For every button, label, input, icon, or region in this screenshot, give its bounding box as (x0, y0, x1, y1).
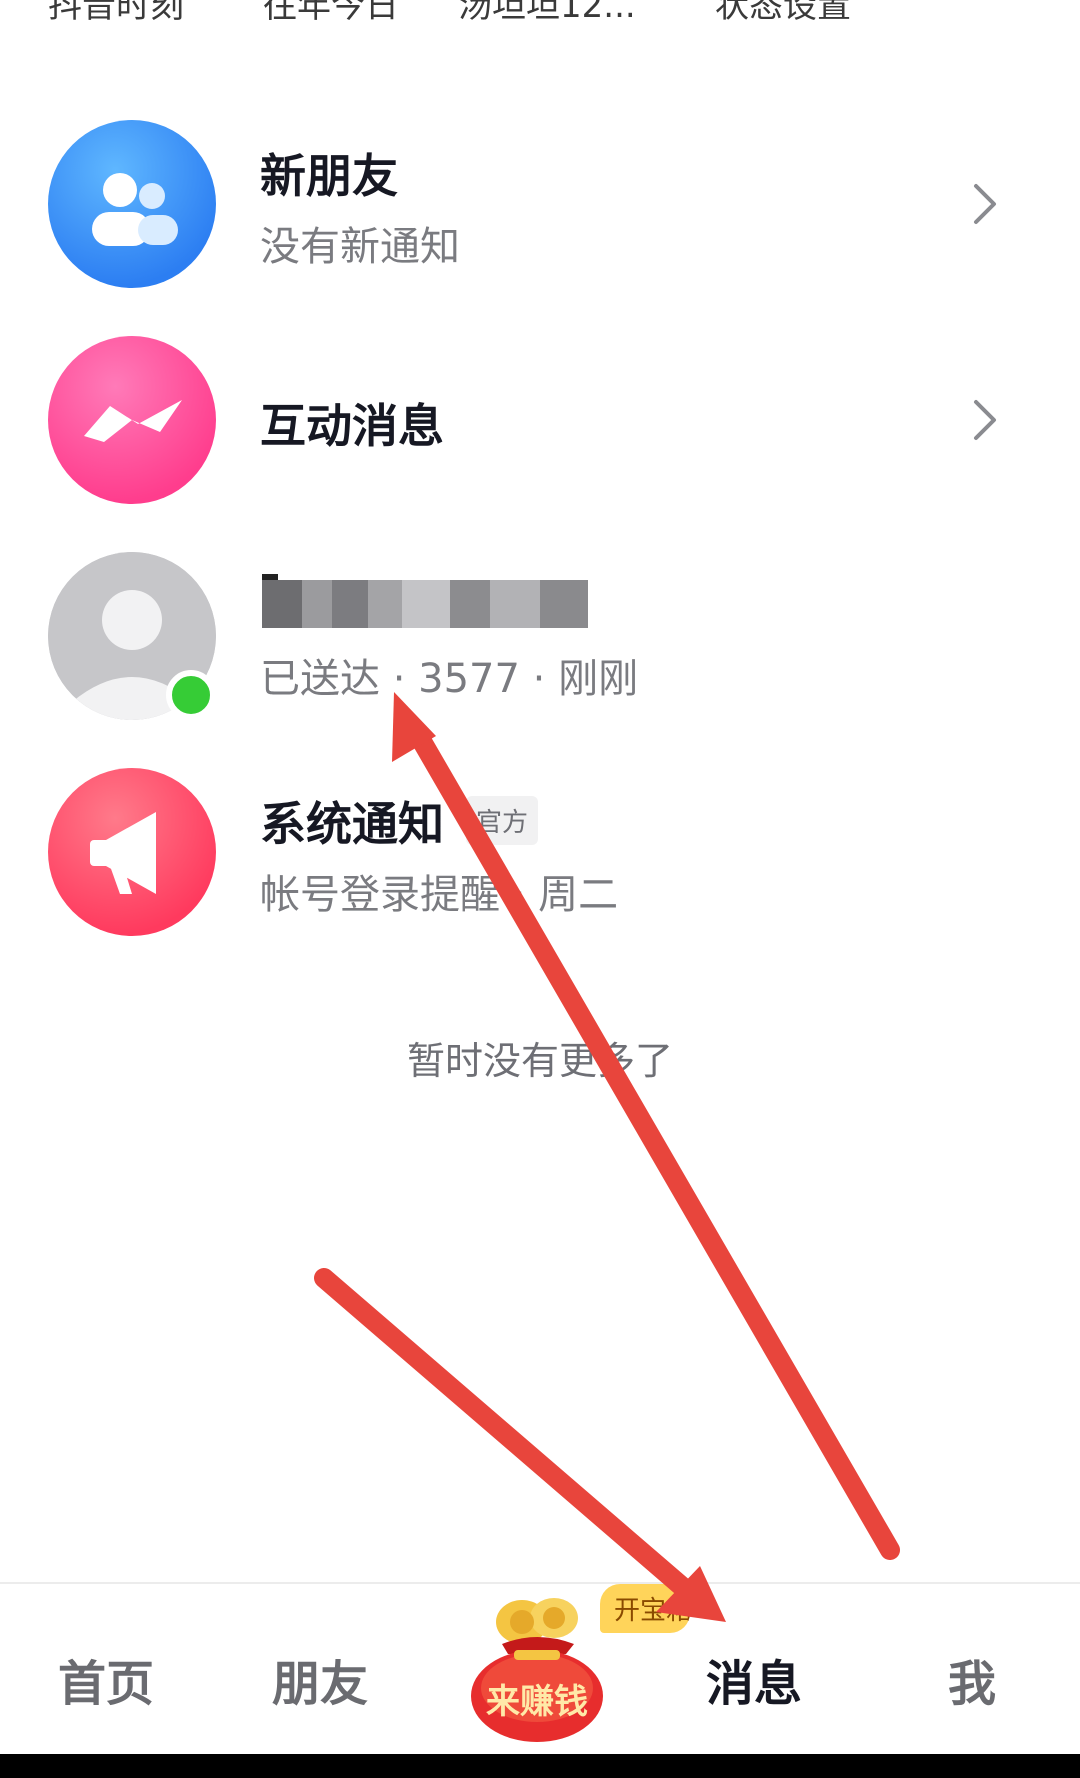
official-badge: 官方 (466, 796, 539, 845)
no-more-hint: 暂时没有更多了 (406, 1039, 673, 1083)
row-subtitle: 已送达 · 3577 · 刚刚 (260, 656, 639, 702)
row-subtitle: 帐号登录提醒 · 周二 (260, 872, 619, 918)
message-row-interactions[interactable]: 互动消息 (0, 320, 1080, 520)
row-subtitle: 没有新通知 (260, 224, 460, 270)
treasure-badge: 开宝箱 (600, 1584, 690, 1633)
message-row-system-notice[interactable]: 系统通知 官方 帐号登录提醒 · 周二 (0, 752, 1080, 952)
quick-tab-user[interactable]: 汤坦坦12... (458, 0, 636, 27)
nav-home[interactable]: 首页 (58, 1644, 154, 1714)
people-icon (48, 120, 216, 288)
system-bottom-bar (0, 1754, 1080, 1778)
row-title: 新朋友 (260, 149, 398, 203)
nav-friends[interactable]: 朋友 (272, 1644, 368, 1714)
megaphone-icon (48, 768, 216, 936)
chevron-right-icon (974, 184, 996, 224)
blurred-contact-name (250, 566, 650, 636)
row-title: 互动消息 (260, 399, 444, 453)
interaction-icon (48, 336, 216, 504)
chevron-right-icon (974, 400, 996, 440)
row-title: 系统通知 (260, 797, 444, 851)
message-row-new-friends[interactable]: 新朋友 没有新通知 (0, 104, 1080, 304)
quick-tab-past-today[interactable]: 往年今日 (263, 0, 399, 27)
arrow-to-messages-tab (314, 1268, 726, 1622)
quick-tab-douyin-moment[interactable]: 抖音时刻 (48, 0, 184, 27)
nav-messages[interactable]: 消息 (706, 1644, 802, 1714)
earn-money-label: 来赚钱 (486, 1682, 588, 1722)
top-quick-tabs: 抖音时刻 往年今日 汤坦坦12... 状态设置 (0, 0, 1080, 28)
message-row-chat[interactable]: 已送达 · 3577 · 刚刚 (0, 536, 1080, 736)
nav-me[interactable]: 我 (948, 1644, 996, 1714)
quick-tab-status-settings[interactable]: 状态设置 (715, 0, 851, 27)
bottom-nav: 首页 朋友 来赚钱 开宝箱 消息 我 (0, 1584, 1080, 1754)
online-status-dot (166, 670, 216, 720)
